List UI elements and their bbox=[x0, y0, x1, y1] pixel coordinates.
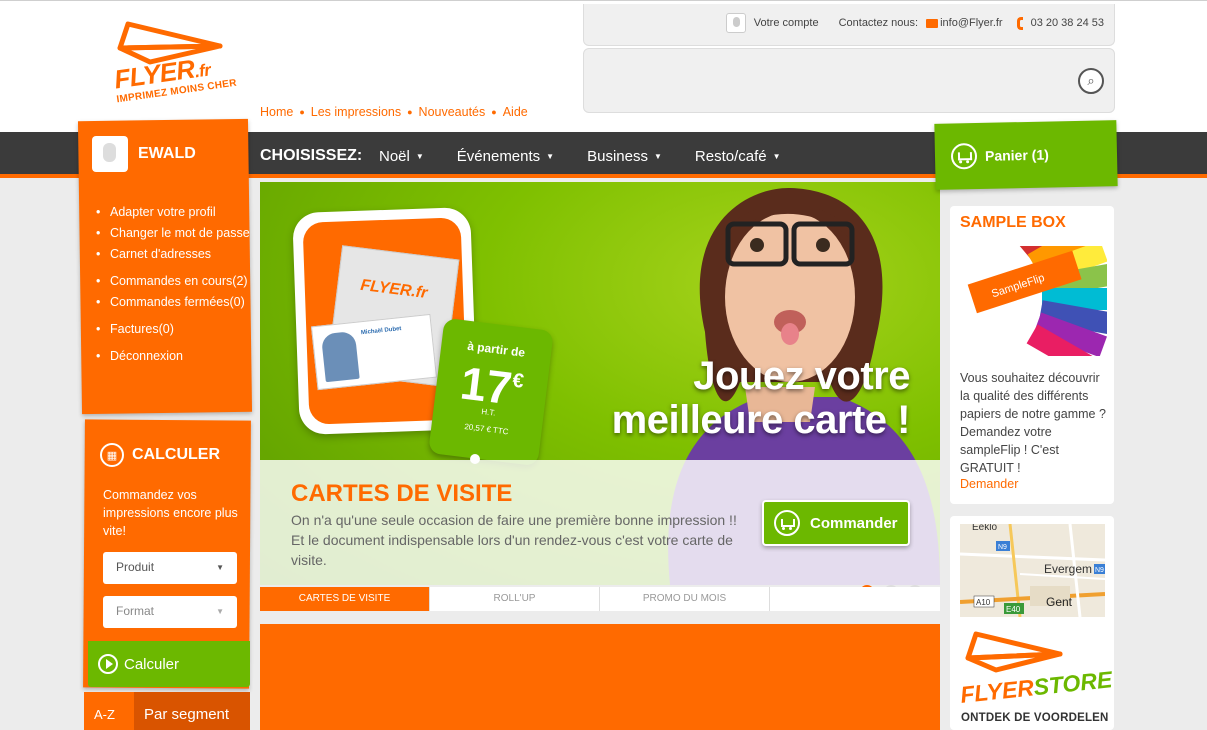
separator-dot: ● bbox=[299, 107, 305, 117]
map-label: Eeklo bbox=[972, 524, 997, 533]
map-label: N9 bbox=[998, 544, 1007, 551]
order-button[interactable]: Commander bbox=[762, 500, 910, 546]
tab-empty[interactable] bbox=[770, 587, 940, 611]
paper-plane-icon bbox=[965, 631, 1063, 673]
account-link[interactable]: Votre compte bbox=[754, 17, 819, 29]
calculate-button[interactable]: Calculer bbox=[88, 641, 250, 687]
nav-item-noel[interactable]: Noël ▼ bbox=[379, 148, 424, 165]
menu-item-open-orders[interactable]: Commandes en cours(2) bbox=[96, 271, 250, 292]
store-tagline: ONTDEK DE VOORDELEN bbox=[961, 712, 1109, 724]
search-input[interactable]: ⌕ bbox=[583, 48, 1115, 113]
email-link[interactable]: info@Flyer.fr bbox=[940, 17, 1003, 29]
account-icon[interactable] bbox=[725, 13, 746, 33]
user-header: EWALD bbox=[92, 136, 196, 172]
map-label: Evergem bbox=[1044, 562, 1092, 576]
banner-headline: Jouez votre meilleure carte ! bbox=[611, 354, 911, 442]
price-tag: à partir de 17€ H.T. 20,57 € TTC bbox=[428, 317, 554, 467]
tab-promo[interactable]: PROMO DU MOIS bbox=[600, 587, 770, 611]
top-utility-bar: Votre compte Contactez nous: info@Flyer.… bbox=[583, 4, 1115, 46]
cart-icon bbox=[950, 143, 978, 170]
sample-box: SAMPLE BOX SampleFlip Vous souhaitez déc… bbox=[950, 206, 1114, 504]
separator-dot: ● bbox=[407, 107, 413, 117]
caret-down-icon: ▼ bbox=[546, 152, 555, 161]
product-select[interactable]: Produit ▼ bbox=[103, 552, 237, 584]
menu-item-invoices[interactable]: Factures(0) bbox=[96, 319, 250, 340]
map-label: N9 bbox=[1095, 567, 1104, 574]
menu-item-address-book[interactable]: Carnet d'adresses bbox=[96, 244, 250, 265]
nav-menu: Noël ▼ Événements ▼ Business ▼ Resto/café ▼ bbox=[379, 148, 781, 165]
cart-icon bbox=[774, 510, 800, 536]
sample-fan-image: SampleFlip bbox=[967, 246, 1107, 356]
nav-item-resto[interactable]: Resto/café ▼ bbox=[695, 148, 781, 165]
tab-segment[interactable]: Par segment bbox=[134, 692, 250, 730]
calculator-icon: ▦ bbox=[100, 443, 124, 467]
calculator-header: ▦ CALCULER bbox=[100, 443, 220, 467]
menu-item-closed-orders[interactable]: Commandes fermées(0) bbox=[96, 292, 250, 313]
chevron-down-icon: ▼ bbox=[216, 607, 224, 616]
category-title: CARTES DE VISITE bbox=[291, 480, 513, 507]
user-name: EWALD bbox=[138, 145, 196, 162]
map-graphic: Eeklo N9 Evergem N9 A10 E40 Gent bbox=[960, 524, 1105, 617]
contact-label: Contactez nous: bbox=[838, 17, 919, 29]
search-icon[interactable]: ⌕ bbox=[1078, 68, 1104, 94]
avatar bbox=[92, 136, 128, 172]
sample-box-title: SAMPLE BOX bbox=[960, 214, 1066, 231]
flyerstore-logo[interactable]: FLYERSTORE bbox=[959, 628, 1113, 708]
person-photo bbox=[320, 330, 360, 383]
menu-item-logout[interactable]: Déconnexion bbox=[96, 346, 250, 367]
cart-button[interactable]: Panier (1) bbox=[934, 120, 1118, 190]
breadcrumb-aide[interactable]: Aide bbox=[503, 105, 528, 120]
tab-cartes-de-visite[interactable]: CARTES DE VISITE bbox=[260, 587, 430, 611]
breadcrumb-impressions[interactable]: Les impressions bbox=[311, 105, 401, 120]
store-panel: Eeklo N9 Evergem N9 A10 E40 Gent FLYERST… bbox=[950, 516, 1114, 730]
tab-rollup[interactable]: ROLL'UP bbox=[430, 587, 600, 611]
business-card-front: Michaël Dubet bbox=[310, 313, 438, 391]
menu-item-profile[interactable]: Adapter votre profil bbox=[96, 202, 250, 223]
request-link[interactable]: Demander bbox=[960, 477, 1018, 491]
calculator-text: Commandez vos impressions encore plus vi… bbox=[103, 488, 238, 538]
caret-down-icon: ▼ bbox=[653, 152, 662, 161]
nav-label: CHOISISSEZ: bbox=[260, 147, 363, 164]
map[interactable]: Eeklo N9 Evergem N9 A10 E40 Gent bbox=[960, 524, 1105, 617]
play-icon bbox=[98, 654, 118, 674]
nav-item-evenements[interactable]: Événements ▼ bbox=[457, 148, 554, 165]
format-select[interactable]: Format ▼ bbox=[103, 596, 237, 628]
caret-down-icon: ▼ bbox=[772, 152, 781, 161]
slider-tabs: CARTES DE VISITE ROLL'UP PROMO DU MOIS bbox=[260, 587, 940, 611]
breadcrumb-nouveautes[interactable]: Nouveautés bbox=[419, 105, 486, 120]
breadcrumb: Home ● Les impressions ● Nouveautés ● Aide bbox=[260, 105, 528, 120]
calculator-title: CALCULER bbox=[132, 446, 220, 463]
filter-tabs: A-Z Par segment bbox=[84, 692, 250, 730]
tab-az[interactable]: A-Z bbox=[84, 692, 134, 730]
caret-down-icon: ▼ bbox=[415, 152, 424, 161]
map-label: Gent bbox=[1046, 595, 1073, 609]
flyer-logo[interactable]: FLYER.fr IMPRIMEZ MOINS CHER bbox=[110, 18, 237, 113]
phone-number: 03 20 38 24 53 bbox=[1030, 17, 1104, 29]
category-description: On n'a qu'une seule occasion de faire un… bbox=[291, 512, 737, 568]
map-label: A10 bbox=[976, 598, 991, 607]
separator-dot: ● bbox=[491, 107, 497, 117]
mail-icon bbox=[926, 18, 939, 28]
menu-item-password[interactable]: Changer le mot de passe bbox=[96, 223, 250, 244]
nav-item-business[interactable]: Business ▼ bbox=[587, 148, 662, 165]
hero-banner[interactable]: FLYER.fr Michaël Dubet à partir de 17€ H… bbox=[260, 182, 940, 585]
sample-box-text: Vous souhaitez découvrir la qualité des … bbox=[960, 371, 1106, 475]
chevron-down-icon: ▼ bbox=[216, 563, 224, 572]
user-menu: Adapter votre profil Changer le mot de p… bbox=[96, 202, 250, 367]
content-block bbox=[260, 624, 940, 730]
phone-icon bbox=[1016, 16, 1023, 30]
breadcrumb-home[interactable]: Home bbox=[260, 105, 293, 120]
map-label: E40 bbox=[1006, 605, 1021, 614]
